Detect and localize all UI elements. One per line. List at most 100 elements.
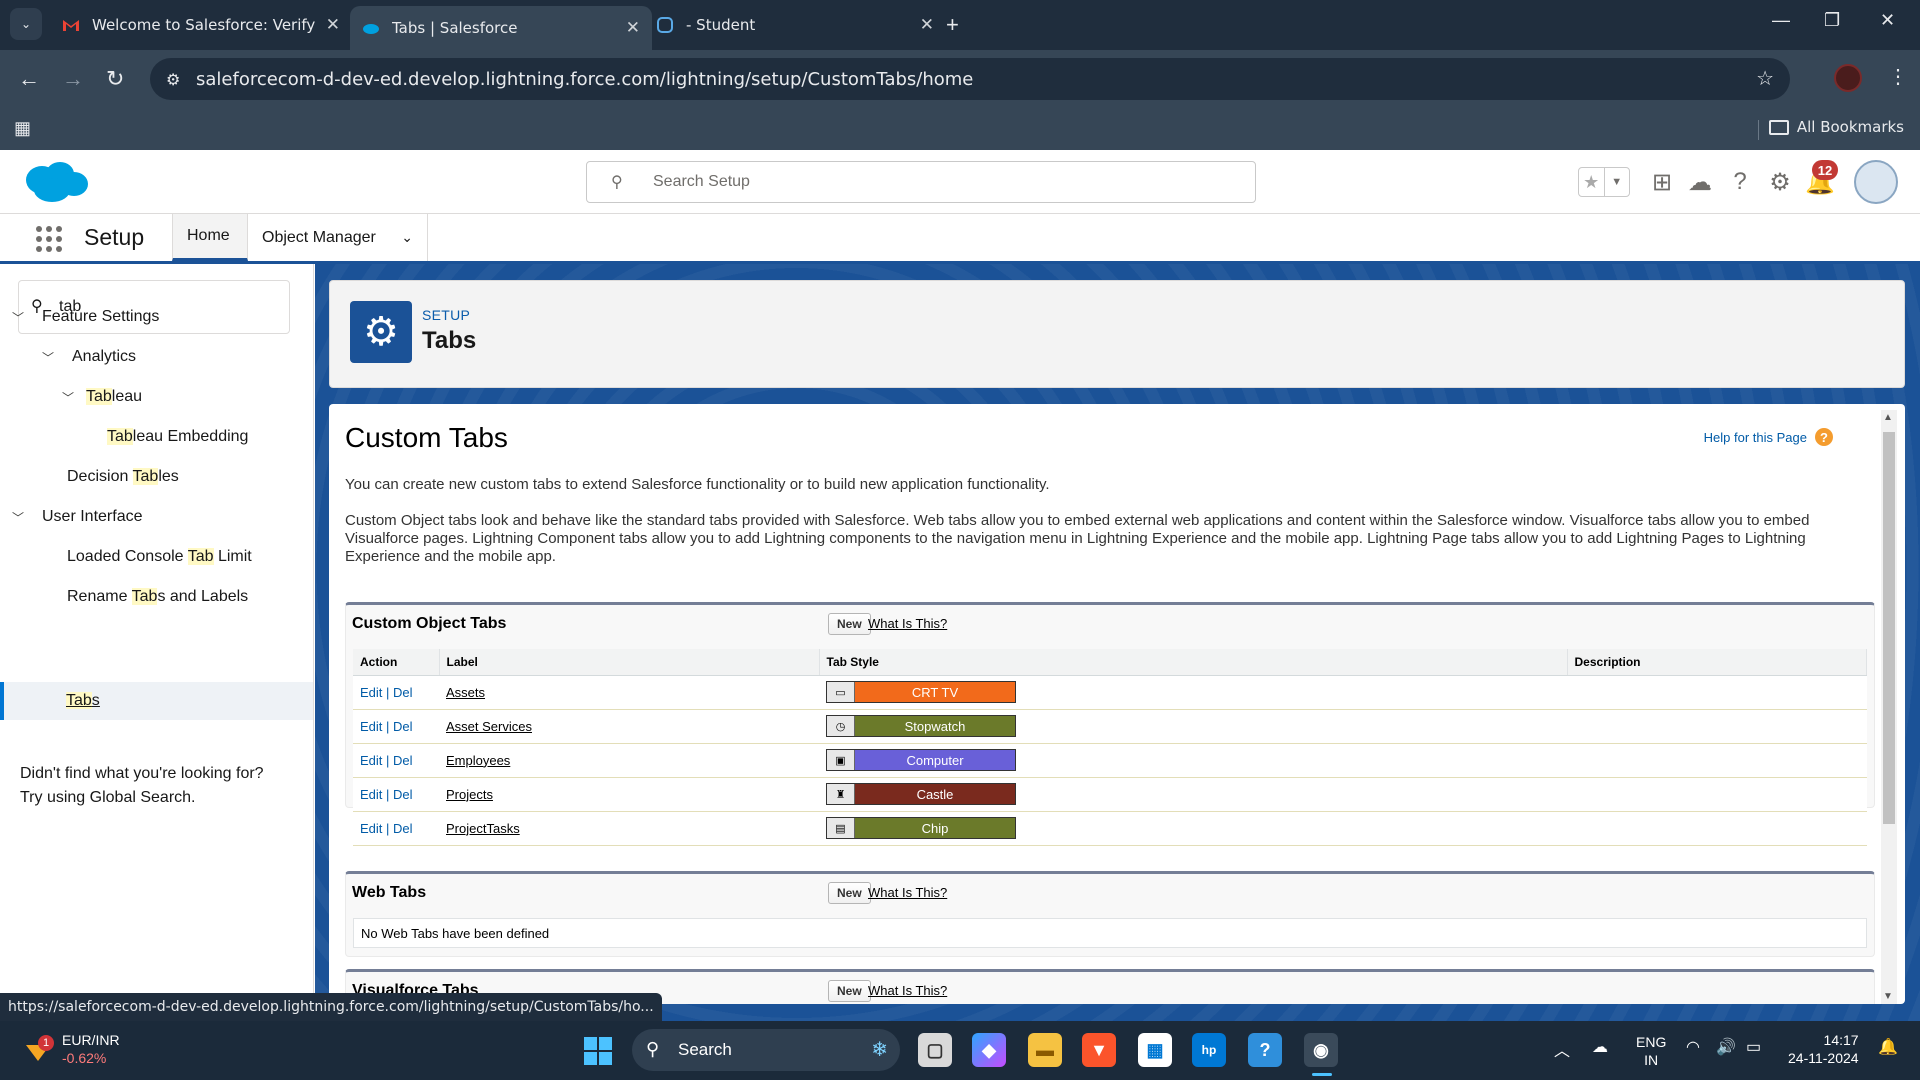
close-tab-icon[interactable]: ✕ — [920, 15, 934, 35]
browser-tab-salesforce[interactable]: Tabs | Salesforce ✕ — [350, 6, 652, 50]
tree-item-rename-tabs-and-labels[interactable]: Rename Tabs and Labels — [67, 578, 248, 616]
system-clock[interactable]: 14:17 24-11-2024 — [1788, 1031, 1859, 1067]
trailhead-guidance-icon[interactable]: ☁ — [1686, 168, 1714, 196]
new-visualforce-tab-button[interactable]: New — [828, 980, 871, 1002]
scroll-down-icon[interactable]: ▼ — [1883, 991, 1893, 1002]
nav-tab-home[interactable]: Home — [172, 214, 248, 261]
browser-tab-student[interactable]: - Student ✕ — [644, 6, 946, 44]
back-icon[interactable]: ← — [18, 66, 40, 92]
setup-search-input[interactable]: ⚲ Search Setup — [586, 161, 1256, 203]
reload-icon[interactable]: ↻ — [106, 66, 124, 92]
taskbar-search[interactable]: ⚲ Search ❄ — [632, 1029, 900, 1071]
tree-item-feature-settings[interactable]: ﹀ Feature Settings — [12, 298, 159, 336]
restore-icon[interactable]: ❐ — [1824, 10, 1840, 31]
delete-link[interactable]: Del — [393, 787, 413, 802]
tree-item-tableau[interactable]: ﹀ Tableau — [62, 378, 142, 416]
tab-label-link[interactable]: Projects — [446, 787, 493, 802]
windows-start-icon[interactable] — [584, 1037, 612, 1065]
chevron-down-icon[interactable]: ﹀ — [12, 309, 26, 326]
cloud-offline-icon[interactable]: ☁ — [1592, 1037, 1608, 1057]
tab-label-link[interactable]: ProjectTasks — [446, 821, 520, 836]
new-web-tab-button[interactable]: New — [828, 882, 871, 904]
tab-label-link[interactable]: Employees — [446, 753, 510, 768]
favorites-list-chevron-icon[interactable]: ▼ — [1603, 168, 1630, 196]
salesforce-logo[interactable] — [20, 158, 92, 206]
intro-text: You can create new custom tabs to extend… — [345, 476, 1050, 493]
tree-item-analytics[interactable]: ﹀ Analytics — [42, 338, 136, 376]
chevron-down-icon[interactable]: ⌄ — [401, 229, 413, 246]
close-tab-icon[interactable]: ✕ — [326, 15, 340, 35]
scroll-up-icon[interactable]: ▲ — [1883, 412, 1893, 423]
close-window-icon[interactable]: ✕ — [1880, 10, 1895, 31]
tree-item-label: Tabs — [66, 692, 100, 709]
show-hidden-icons[interactable]: ︿ — [1554, 1037, 1570, 1061]
task-view-icon[interactable]: ▢ — [918, 1033, 952, 1067]
edit-link[interactable]: Edit — [360, 753, 382, 768]
nav-tab-object-manager[interactable]: Object Manager ⌄ — [248, 214, 428, 261]
language-indicator[interactable]: ENG IN — [1636, 1033, 1666, 1069]
all-bookmarks-button[interactable]: All Bookmarks — [1768, 118, 1904, 136]
column-header: Description — [1567, 649, 1867, 676]
tab-label-link[interactable]: Asset Services — [446, 719, 532, 734]
new-tab-icon[interactable]: + — [946, 12, 959, 38]
content-scrollbar[interactable]: ▲ ▼ — [1881, 410, 1897, 1004]
chrome-icon[interactable]: ◉ — [1304, 1033, 1338, 1067]
tree-item-tabs[interactable]: Tabs — [0, 682, 313, 720]
chevron-down-icon[interactable]: ﹀ — [12, 509, 26, 526]
notification-bell-icon[interactable]: 🔔 — [1878, 1037, 1898, 1057]
setup-gear-icon[interactable]: ⚙ — [1766, 168, 1794, 196]
user-avatar[interactable] — [1854, 160, 1898, 204]
edit-link[interactable]: Edit — [360, 685, 382, 700]
delete-link[interactable]: Del — [393, 753, 413, 768]
file-explorer-icon[interactable]: ▬ — [1028, 1033, 1062, 1067]
active-app-indicator — [1312, 1073, 1332, 1076]
copilot-icon[interactable]: ◆ — [972, 1033, 1006, 1067]
help-link-label: Help for this Page — [1703, 429, 1807, 445]
bookmark-star-icon[interactable]: ☆ — [1756, 66, 1774, 90]
row-actions: Edit | Del — [353, 777, 439, 812]
tree-item-decision-tables[interactable]: Decision Tables — [67, 458, 179, 496]
profile-avatar[interactable] — [1834, 64, 1862, 92]
tree-item-loaded-console-tab-limit[interactable]: Loaded Console Tab Limit — [67, 538, 252, 576]
delete-link[interactable]: Del — [393, 685, 413, 700]
scrollbar-thumb[interactable] — [1883, 432, 1895, 824]
edit-link[interactable]: Edit — [360, 821, 382, 836]
row-tab-style-cell: ◷ Stopwatch — [819, 709, 1567, 744]
browser-menu-icon[interactable]: ⋮ — [1888, 64, 1908, 89]
tab-search-button[interactable]: ⌄ — [10, 8, 42, 40]
chevron-down-icon[interactable]: ﹀ — [62, 389, 76, 406]
close-tab-icon[interactable]: ✕ — [626, 18, 640, 38]
delete-link[interactable]: Del — [393, 719, 413, 734]
edit-link[interactable]: Edit — [360, 719, 382, 734]
tab-label-link[interactable]: Assets — [446, 685, 485, 700]
apps-grid-icon[interactable]: ▦ — [14, 118, 31, 139]
microsoft-store-icon[interactable]: ▦ — [1138, 1033, 1172, 1067]
brave-browser-icon[interactable]: ▼ — [1082, 1033, 1116, 1067]
favorites-star-icon[interactable]: ★ — [1579, 168, 1604, 196]
market-ticker-widget[interactable]: 1 EUR/INR -0.62% — [22, 1031, 120, 1067]
browser-tab-gmail[interactable]: Welcome to Salesforce: Verify y ✕ — [50, 6, 352, 44]
new-custom-object-tab-button[interactable]: New — [828, 613, 871, 635]
delete-link[interactable]: Del — [393, 821, 413, 836]
tree-item-user-interface[interactable]: ﹀ User Interface — [12, 498, 142, 536]
table-row: Edit | Del ProjectTasks ▤ Chip — [353, 811, 1867, 846]
help-for-this-page-link[interactable]: Help for this Page ? — [1704, 428, 1833, 446]
get-help-icon[interactable]: ? — [1248, 1033, 1282, 1067]
address-bar[interactable]: ⚙ saleforcecom-d-dev-ed.develop.lightnin… — [150, 58, 1790, 100]
global-actions-icon[interactable]: ⊞ — [1648, 168, 1676, 196]
what-is-this-link[interactable]: What Is This? — [868, 885, 947, 900]
tree-item-tableau-embedding[interactable]: Tableau Embedding — [107, 418, 248, 456]
volume-icon[interactable]: 🔊 — [1716, 1037, 1736, 1057]
site-info-icon[interactable]: ⚙ — [166, 70, 180, 89]
chevron-down-icon[interactable]: ﹀ — [42, 349, 56, 366]
battery-icon[interactable]: ▭ — [1746, 1037, 1761, 1057]
app-launcher-icon[interactable] — [36, 226, 62, 252]
help-icon[interactable]: ? — [1726, 168, 1754, 196]
minimize-icon[interactable]: — — [1772, 10, 1790, 31]
what-is-this-link[interactable]: What Is This? — [868, 616, 947, 631]
forward-icon[interactable]: → — [62, 66, 84, 92]
myhp-icon[interactable]: hp — [1192, 1033, 1226, 1067]
wifi-icon[interactable]: ◠ — [1686, 1037, 1700, 1057]
edit-link[interactable]: Edit — [360, 787, 382, 802]
what-is-this-link[interactable]: What Is This? — [868, 983, 947, 998]
